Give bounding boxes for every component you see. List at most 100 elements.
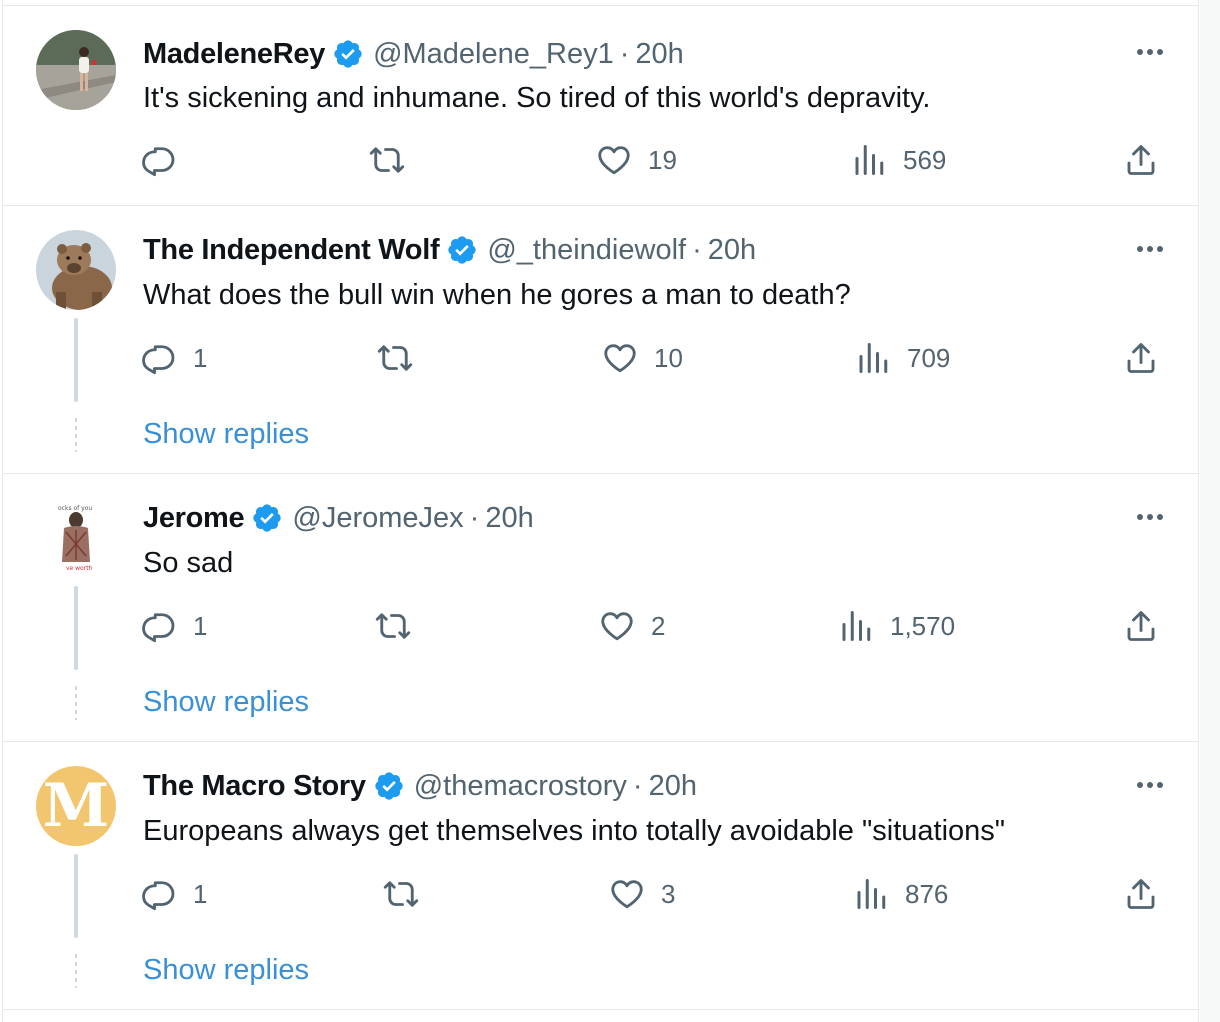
avatar[interactable]: ocks of you ve worth [36,498,116,578]
tweet-text: It's sickening and inhumane. So tired of… [143,82,931,114]
svg-text:ocks of you: ocks of you [58,505,92,512]
tweet-actions: 19 569 [141,140,1158,180]
tweet-actions: 1 10 709 [141,338,1158,378]
like-count: 2 [651,610,666,641]
like-button[interactable]: 2 [599,606,665,646]
views-button[interactable]: 569 [851,140,946,180]
views-icon [855,145,884,175]
timestamp[interactable]: 20h [635,38,683,71]
reply-count: 1 [193,342,208,373]
more-icon[interactable] [1137,514,1163,520]
tweet[interactable]: ocks of you ve worth Jerome @JeromeJex ·… [3,474,1198,742]
like-button[interactable]: 19 [596,140,677,180]
reply-count: 1 [193,878,208,909]
views-icon [859,343,888,373]
avatar[interactable] [36,30,116,110]
display-name[interactable]: MadeleneRey [143,38,325,71]
views-button[interactable]: 1,570 [838,606,955,646]
user-handle[interactable]: @JeromeJex [292,502,463,535]
tweet[interactable]: MadeleneRey @Madelene_Rey1 · 20h It's si… [3,5,1198,206]
reply-button[interactable]: 1 [141,606,207,646]
reply-button[interactable]: 1 [141,874,207,914]
tweet-text: So sad [143,547,234,579]
like-button[interactable]: 3 [609,874,675,914]
views-button[interactable]: 709 [855,338,950,378]
reply-button[interactable] [141,140,193,180]
more-icon[interactable] [1137,782,1163,788]
share-button[interactable] [1123,874,1159,914]
view-count: 876 [905,878,949,909]
verified-badge-icon [448,236,477,264]
reply-icon [142,613,175,643]
share-button[interactable] [1123,338,1159,378]
tweet[interactable]: M The Macro Story @themacrostory · 20h E… [3,742,1198,1010]
share-icon [1127,343,1155,373]
like-count: 19 [648,144,677,175]
tweet-header: Jerome @JeromeJex · 20h [143,500,534,536]
retweet-icon [369,147,405,173]
display-name[interactable]: The Macro Story [143,770,366,803]
thread-line [74,318,78,402]
share-icon [1127,879,1155,909]
views-icon [857,879,886,909]
retweet-icon [383,881,419,907]
more-icon[interactable] [1137,49,1163,55]
user-handle[interactable]: @themacrostory [414,770,627,803]
heart-icon [611,880,643,909]
heart-icon [601,612,633,641]
timestamp[interactable]: 20h [649,770,697,803]
timestamp[interactable]: 20h [708,234,756,267]
tweet[interactable]: The Independent Wolf @_theindiewolf · 20… [3,206,1198,474]
show-replies-link[interactable]: Show replies [143,686,309,719]
share-icon [1127,611,1155,641]
separator: · [632,769,643,802]
view-count: 709 [907,342,951,373]
retweet-button[interactable] [369,140,421,180]
avatar[interactable]: M [36,766,116,846]
views-icon [842,611,871,641]
show-replies-link[interactable]: Show replies [143,418,309,451]
heart-icon [604,344,636,373]
avatar-letter: M [42,771,110,841]
tweet-header: The Macro Story @themacrostory · 20h [143,768,697,804]
retweet-button[interactable] [383,874,435,914]
reply-icon [142,881,175,911]
thread-dots [75,418,77,452]
retweet-icon [377,345,413,371]
like-button[interactable]: 10 [602,338,683,378]
timestamp[interactable]: 20h [485,502,533,535]
svg-text:ve worth: ve worth [66,565,93,572]
tweet-header: MadeleneRey @Madelene_Rey1 · 20h [143,36,684,72]
thread-dots [75,954,77,988]
reply-icon [142,345,175,375]
tweet-text: What does the bull win when he gores a m… [143,279,851,311]
show-replies-link[interactable]: Show replies [143,954,309,987]
retweet-button[interactable] [375,606,427,646]
thread-dots [75,686,77,720]
tweet-actions: 1 2 1,570 [141,606,1158,646]
tweet-text: Europeans always get themselves into tot… [143,815,1006,847]
retweet-icon [375,613,411,639]
avatar[interactable] [36,230,116,310]
reply-icon [142,147,175,177]
views-button[interactable]: 876 [853,874,948,914]
separator: · [619,37,630,70]
share-button[interactable] [1123,606,1159,646]
reply-button[interactable]: 1 [141,338,207,378]
display-name[interactable]: The Independent Wolf [143,234,440,267]
thread-line [74,586,78,670]
verified-badge-icon [375,772,403,800]
display-name[interactable]: Jerome [143,502,245,535]
user-handle[interactable]: @_theindiewolf [487,234,686,267]
share-icon [1127,145,1155,175]
more-icon[interactable] [1137,246,1163,252]
view-count: 1,570 [890,610,956,641]
retweet-button[interactable] [377,338,429,378]
share-button[interactable] [1123,140,1159,180]
user-handle[interactable]: @Madelene_Rey1 [373,38,614,71]
verified-badge-icon [334,40,362,68]
view-count: 569 [903,144,947,175]
reply-timeline: MadeleneRey @Madelene_Rey1 · 20h It's si… [2,0,1199,1022]
heart-icon [598,146,630,175]
separator: · [469,501,480,534]
